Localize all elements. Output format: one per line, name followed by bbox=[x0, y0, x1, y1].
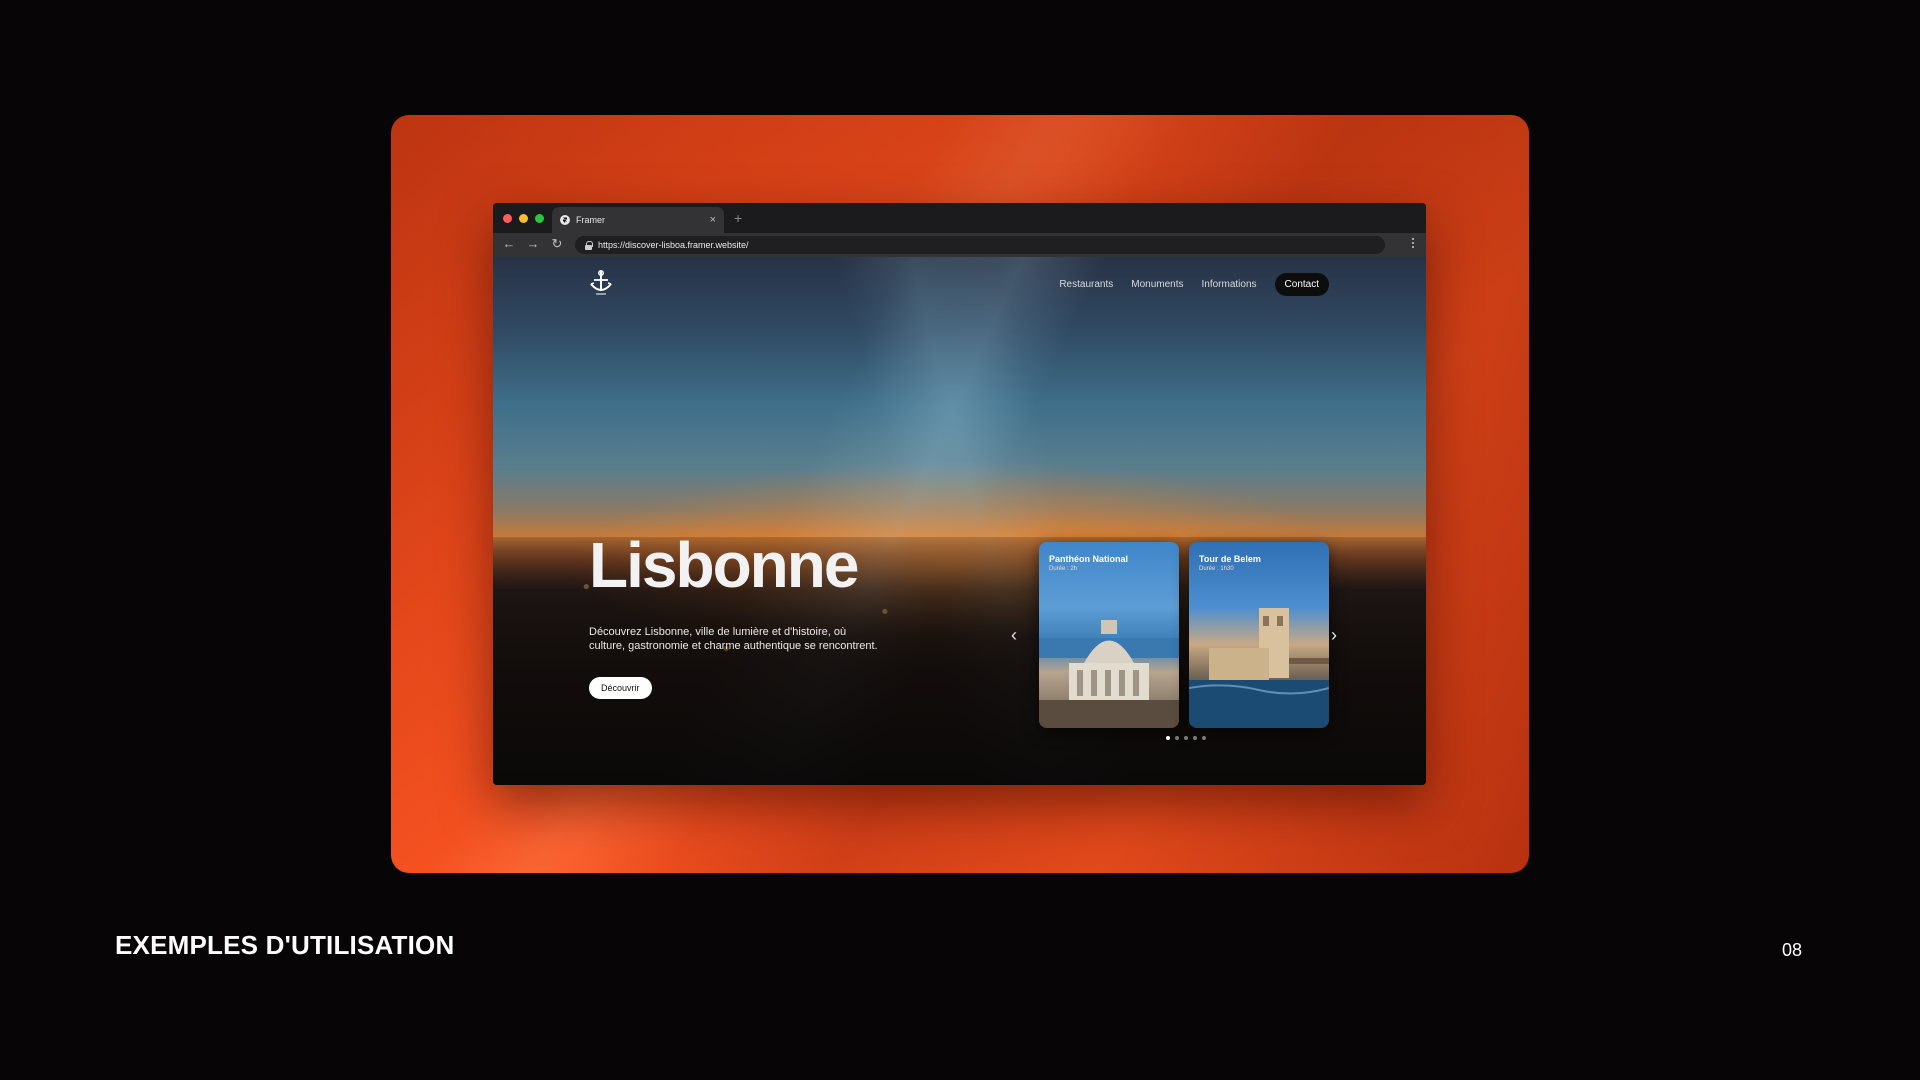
carousel-next-icon[interactable]: › bbox=[1331, 625, 1337, 646]
back-icon[interactable]: ← bbox=[502, 236, 516, 252]
hero-title: Lisbonne bbox=[589, 529, 859, 601]
forward-icon[interactable]: → bbox=[526, 236, 540, 252]
pager-dot[interactable] bbox=[1202, 736, 1206, 740]
contact-button[interactable]: Contact bbox=[1274, 273, 1329, 296]
tower-image bbox=[1189, 608, 1329, 728]
pager-dot[interactable] bbox=[1184, 736, 1188, 740]
new-tab-icon[interactable]: + bbox=[734, 210, 742, 226]
framer-favicon-icon bbox=[560, 215, 570, 225]
pager-dot[interactable] bbox=[1175, 736, 1179, 740]
pantheon-image bbox=[1039, 620, 1179, 728]
carousel-pager bbox=[1166, 736, 1206, 740]
nav-monuments[interactable]: Monuments bbox=[1131, 279, 1183, 290]
browser-menu-icon[interactable] bbox=[1412, 238, 1414, 248]
window-controls bbox=[503, 214, 544, 223]
tab-framer[interactable]: Framer × bbox=[552, 207, 724, 233]
site-navigation: Restaurants Monuments Informations Conta… bbox=[1059, 273, 1329, 296]
card-pantheon[interactable]: Panthéon National Durée : 2h bbox=[1039, 542, 1179, 728]
website-viewport: Restaurants Monuments Informations Conta… bbox=[493, 257, 1426, 785]
browser-window: Framer × + ← → ↻ https://discover-lisboa… bbox=[493, 203, 1426, 785]
pager-dot[interactable] bbox=[1166, 736, 1170, 740]
card-duration: Durée : 1h30 bbox=[1199, 566, 1234, 572]
hero-description: Découvrez Lisbonne, ville de lumière et … bbox=[589, 626, 878, 652]
pager-dot[interactable] bbox=[1193, 736, 1197, 740]
close-tab-icon[interactable]: × bbox=[710, 214, 716, 226]
tab-title: Framer bbox=[576, 215, 605, 225]
slide-number: 08 bbox=[1782, 940, 1803, 960]
url-text: https://discover-lisboa.framer.website/ bbox=[598, 240, 749, 250]
card-tour-de-belem[interactable]: Tour de Belem Durée : 1h30 bbox=[1189, 542, 1329, 728]
discover-button[interactable]: Découvrir bbox=[589, 677, 652, 699]
nav-informations[interactable]: Informations bbox=[1202, 279, 1257, 290]
reload-icon[interactable]: ↻ bbox=[550, 236, 564, 252]
maximize-window-button[interactable] bbox=[535, 214, 544, 223]
nav-restaurants[interactable]: Restaurants bbox=[1059, 279, 1113, 290]
minimize-window-button[interactable] bbox=[519, 214, 528, 223]
card-title: Panthéon National bbox=[1049, 554, 1129, 564]
tab-bar: Framer × + bbox=[493, 203, 1426, 233]
card-duration: Durée : 2h bbox=[1049, 566, 1078, 572]
site-logo-icon[interactable] bbox=[588, 269, 614, 297]
close-window-button[interactable] bbox=[503, 214, 512, 223]
slide-heading: EXEMPLES D'UTILISATION bbox=[115, 930, 455, 960]
carousel-prev-icon[interactable]: ‹ bbox=[1011, 625, 1017, 646]
browser-toolbar: ← → ↻ https://discover-lisboa.framer.web… bbox=[493, 233, 1426, 257]
address-bar[interactable]: https://discover-lisboa.framer.website/ bbox=[575, 236, 1385, 254]
lock-icon bbox=[585, 241, 593, 250]
card-title: Tour de Belem bbox=[1199, 554, 1261, 564]
